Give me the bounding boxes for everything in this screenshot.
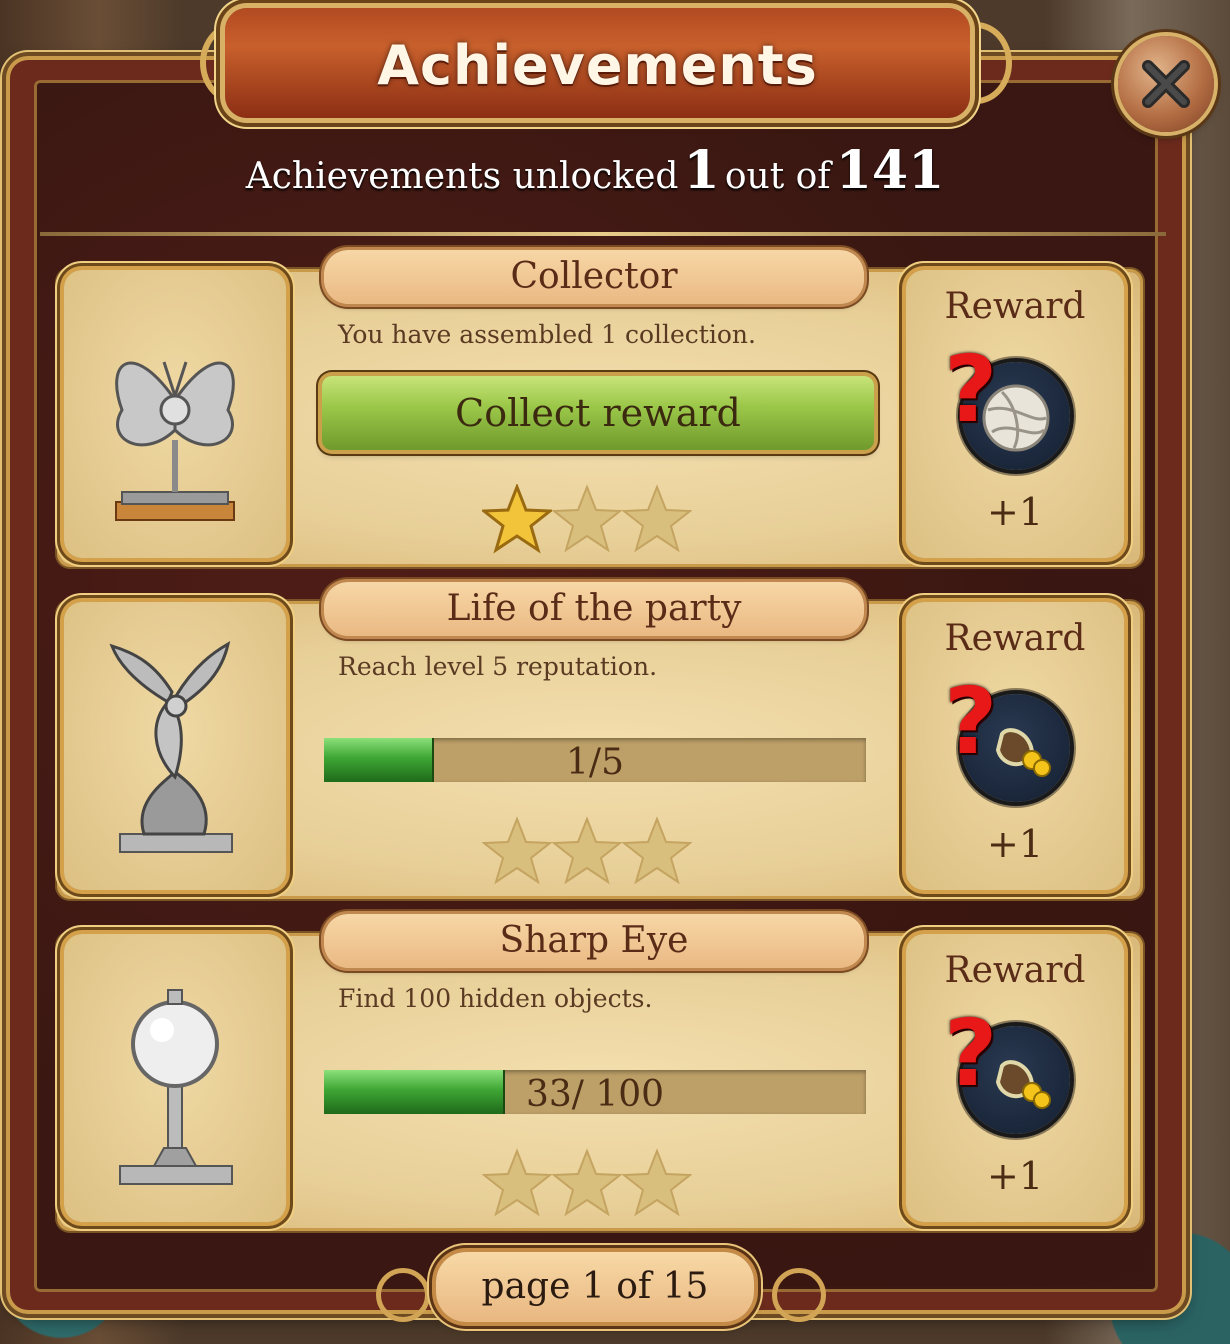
reward-frame: Reward ? +1	[906, 270, 1124, 558]
ornament-right-icon	[772, 1268, 826, 1322]
reward-count: +1	[986, 490, 1044, 534]
achievement-card: Collector You have assembled 1 collectio…	[40, 250, 1160, 580]
summary-divider	[40, 232, 1166, 236]
reward-frame: Reward ? +1	[906, 602, 1124, 890]
trophy-frame	[64, 934, 286, 1222]
page-indicator: page 1 of 15	[436, 1252, 754, 1322]
achievement-description: Find 100 hidden objects.	[338, 984, 653, 1013]
reward-count: +1	[986, 1154, 1044, 1198]
question-mark-icon: ?	[944, 336, 998, 443]
progress-bar: 1/5	[324, 738, 866, 783]
phoenix-trophy-icon	[109, 641, 233, 853]
total-count: 141	[835, 140, 945, 201]
reward-label: Reward	[944, 286, 1086, 327]
collect-reward-button[interactable]: Collect reward	[322, 376, 874, 450]
close-button[interactable]	[1118, 36, 1214, 132]
card-title-banner: Sharp Eye	[324, 914, 864, 968]
unlocked-count: 1	[683, 140, 720, 201]
star-empty-icon	[552, 1148, 622, 1217]
achievements-summary: Achievements unlocked 1 out of 141	[0, 140, 1190, 201]
ornament-left-icon	[376, 1268, 430, 1322]
achievement-card: Sharp Eye Find 100 hidden objects. 33/ 1…	[40, 914, 1160, 1244]
star-filled-icon	[482, 484, 552, 554]
title-banner: Achievements	[225, 8, 970, 118]
question-mark-icon: ?	[944, 668, 998, 775]
reward-label: Reward	[944, 950, 1086, 991]
achievement-name: Life of the party	[446, 588, 742, 629]
achievement-description: You have assembled 1 collection.	[338, 320, 756, 349]
reward-count: +1	[986, 822, 1044, 866]
reward-frame: Reward ? +1	[906, 934, 1124, 1222]
star-empty-icon	[552, 816, 622, 885]
progress-text: 1/5	[566, 742, 624, 783]
page-indicator-text: page 1 of 15	[481, 1266, 709, 1307]
star-empty-icon	[482, 816, 552, 885]
star-empty-icon	[622, 816, 692, 885]
star-empty-icon	[552, 484, 622, 553]
card-title-banner: Life of the party	[324, 582, 864, 636]
star-empty-icon	[622, 1148, 692, 1217]
close-icon	[1142, 60, 1190, 108]
card-title-banner: Collector	[324, 250, 864, 304]
trophy-frame	[64, 602, 286, 890]
summary-prefix: Achievements unlocked	[245, 156, 679, 197]
achievement-name: Collector	[510, 256, 678, 297]
star-rating	[482, 1148, 702, 1218]
progress-bar: 33/ 100	[324, 1070, 866, 1115]
page-title: Achievements	[377, 34, 818, 97]
star-rating	[482, 484, 702, 554]
butterfly-trophy-icon	[115, 361, 235, 521]
star-empty-icon	[622, 484, 692, 553]
crystal-ball-trophy-icon	[119, 989, 233, 1185]
star-rating	[482, 816, 702, 886]
summary-middle: out of	[724, 156, 831, 197]
reward-label: Reward	[944, 618, 1086, 659]
question-mark-icon: ?	[944, 1000, 998, 1107]
star-empty-icon	[482, 1148, 552, 1217]
progress-text: 33/ 100	[525, 1074, 665, 1115]
trophy-frame	[64, 270, 286, 558]
achievement-name: Sharp Eye	[499, 920, 689, 961]
achievement-card: Life of the party Reach level 5 reputati…	[40, 582, 1160, 912]
achievement-description: Reach level 5 reputation.	[338, 652, 658, 681]
